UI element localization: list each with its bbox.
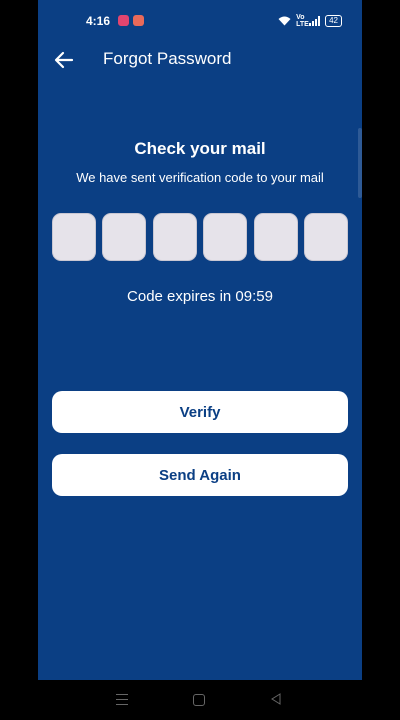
- otp-digit-4[interactable]: [203, 213, 248, 261]
- otp-digit-3[interactable]: [152, 213, 197, 261]
- network-type-label: Vo LTE: [296, 14, 309, 28]
- notification-icon: [118, 15, 129, 26]
- home-icon[interactable]: [193, 694, 205, 706]
- wifi-icon: [278, 16, 291, 26]
- code-expiry-text: Code expires in 09:59: [127, 288, 273, 305]
- otp-digit-1[interactable]: [52, 213, 96, 261]
- signal-icon: [309, 16, 321, 26]
- page-title: Forgot Password: [103, 49, 232, 68]
- back-triangle-icon[interactable]: [270, 693, 282, 705]
- status-icons: Vo LTE 42: [278, 14, 342, 28]
- arrow-left-icon[interactable]: [52, 48, 76, 72]
- app-screen: 4:16 Vo LTE 42 Forgot Password Check you…: [38, 0, 362, 680]
- verify-button[interactable]: Verify: [52, 391, 348, 433]
- check-mail-heading: Check your mail: [134, 139, 266, 158]
- otp-digit-5[interactable]: [253, 213, 298, 261]
- battery-indicator: 42: [325, 15, 342, 27]
- heart-notification-icon: [133, 15, 144, 26]
- send-again-button[interactable]: Send Again: [52, 454, 348, 496]
- menu-icon[interactable]: [116, 694, 128, 706]
- app-bar: Forgot Password: [38, 40, 362, 80]
- otp-digit-2[interactable]: [102, 213, 147, 261]
- verification-subheading: We have sent verification code to your m…: [76, 170, 324, 185]
- otp-digit-6[interactable]: [303, 213, 348, 261]
- otp-input-row: [52, 213, 348, 263]
- status-bar: 4:16 Vo LTE 42: [38, 0, 362, 40]
- status-time: 4:16: [86, 14, 111, 28]
- system-navigation-bar: [0, 680, 400, 720]
